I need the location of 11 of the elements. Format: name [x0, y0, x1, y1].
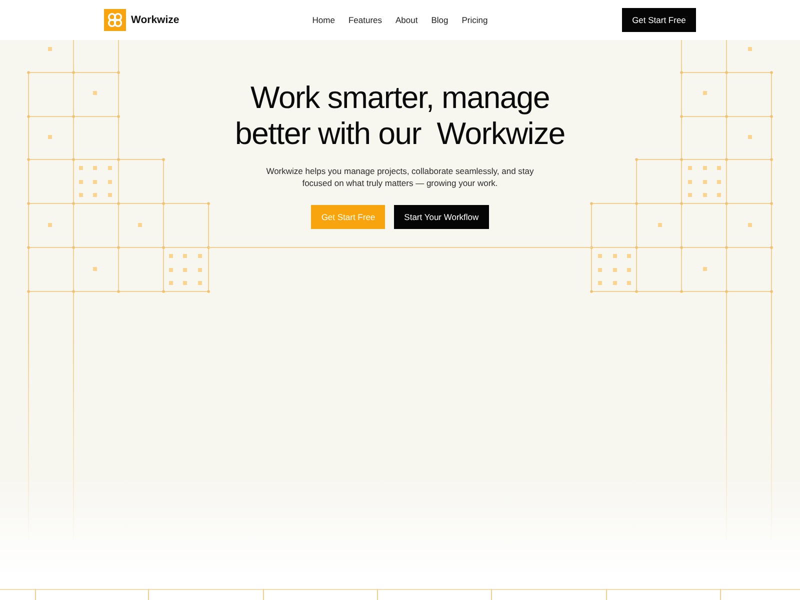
- nav-link[interactable]: Pricing: [462, 15, 488, 25]
- logo-icon[interactable]: [104, 9, 126, 31]
- nav-link[interactable]: Blog: [431, 15, 448, 25]
- nav-link[interactable]: About: [396, 15, 418, 25]
- nav-link[interactable]: Features: [348, 15, 382, 25]
- get-started-button[interactable]: Get Start Free: [622, 8, 696, 32]
- nav-link[interactable]: Home: [312, 15, 335, 25]
- hero-title: Work smarter, manage better with our Workwize: [234, 80, 566, 152]
- cta-button[interactable]: Start Your Workflow: [394, 205, 489, 229]
- brand-name[interactable]: Workwize: [131, 14, 180, 26]
- hero-description: Workwize helps you manage projects, collaborate seamlessly, and stay focused on what truly matters — growing your work.: [265, 165, 535, 189]
